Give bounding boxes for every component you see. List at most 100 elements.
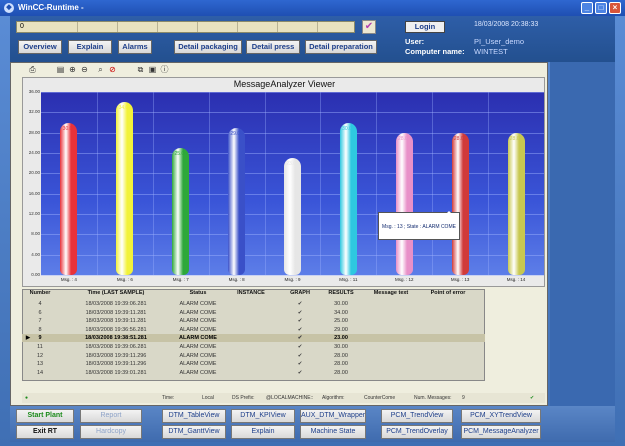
nav-detail-packaging-button[interactable]: Detail packaging <box>174 40 242 54</box>
graph-checkbox[interactable]: ✔ <box>280 334 320 342</box>
computer-name-value: WINTEST <box>474 47 508 56</box>
table-row[interactable]: 8 18/03/2008 19:36:56.281 ALARM COME ✔ 29.00 <box>22 326 485 334</box>
login-button[interactable]: Login <box>405 21 445 33</box>
table-row[interactable]: 6 18/03/2008 19:39:11.281 ALARM COME ✔ 34.00 <box>22 309 485 317</box>
graph-checkbox[interactable]: ✔ <box>280 369 320 377</box>
info-icon[interactable]: ⓘ <box>160 65 169 74</box>
export-icon[interactable]: ⧉ <box>136 65 145 74</box>
bar[interactable] <box>228 127 246 275</box>
pcm-trendview-button[interactable]: PCM_TrendView <box>381 409 453 423</box>
nav-detail-press-button[interactable]: Detail press <box>246 40 300 54</box>
cell-status: ALARM COME <box>179 309 217 316</box>
gridline <box>376 92 378 275</box>
bar[interactable] <box>116 102 134 275</box>
close-icon[interactable]: × <box>609 2 621 14</box>
nav-explain-button[interactable]: Explain <box>68 40 112 54</box>
bar[interactable] <box>172 147 190 275</box>
chart-title: MessageAnalyzer Viewer <box>233 79 336 89</box>
column-header[interactable]: Number <box>22 290 58 299</box>
cell-result: 23.00 <box>334 335 348 342</box>
explain-button[interactable]: Explain <box>231 425 295 439</box>
exit-rt-button[interactable]: Exit RT <box>16 425 74 439</box>
search-icon[interactable]: ⌕ <box>96 65 105 74</box>
table-view-icon[interactable]: ▤ <box>56 65 65 74</box>
cell-result: 28.00 <box>334 352 348 359</box>
time-label: Time: <box>162 395 175 401</box>
graph-checkbox[interactable]: ✔ <box>280 317 320 325</box>
column-header[interactable]: INSTANCE <box>222 290 280 299</box>
y-tick-label: 0.00 <box>31 272 40 277</box>
column-header[interactable]: RESULTS <box>320 290 362 299</box>
gridline <box>96 92 98 275</box>
dtm-kpiview-button[interactable]: DTM_KPIView <box>231 409 295 423</box>
cell-num: 4 <box>38 301 42 307</box>
cell-num: 12 <box>36 352 44 359</box>
table-row[interactable]: 11 18/03/2008 19:39:06.281 ALARM COME ✔ 30.0… <box>22 343 485 351</box>
hardcopy-button[interactable]: Hardcopy <box>80 425 142 439</box>
y-tick-label: 8.00 <box>31 231 40 237</box>
pcm-messageanalyzer-button[interactable]: PCM_MessageAnalyzer <box>461 425 541 439</box>
bar[interactable] <box>507 132 525 275</box>
cell-result: 34.00 <box>334 309 348 316</box>
zoom-out-icon[interactable]: ⊖ <box>80 65 89 74</box>
bar[interactable] <box>395 132 413 275</box>
cell-status: ALARM COME <box>179 344 217 350</box>
gridline <box>208 92 210 275</box>
column-header[interactable]: Point of error <box>420 290 476 299</box>
settings-icon[interactable]: ▣ <box>148 65 157 74</box>
cell-status: ALARM COME <box>179 352 217 359</box>
column-header[interactable]: Message text <box>362 290 420 299</box>
title-bar: ◆ WinCC-Runtime - _ □ × <box>0 0 625 16</box>
graph-checkbox[interactable]: ✔ <box>280 360 320 368</box>
bar[interactable] <box>339 122 357 275</box>
user-value: PI_User_demo <box>474 37 525 46</box>
pcm-trendoverlay-button[interactable]: PCM_TrendOverlay <box>381 425 453 439</box>
bar[interactable] <box>451 132 469 275</box>
table-row[interactable]: ▶ 9 18/03/2008 19:38:51.281 ALARM COME ✔ 23.0… <box>22 334 485 343</box>
column-header[interactable]: Time (LAST SAMPLE) <box>58 290 174 299</box>
graph-checkbox[interactable]: ✔ <box>280 326 320 334</box>
zoom-in-icon[interactable]: ⊕ <box>68 65 77 74</box>
num-messages-label: Num. Messages: <box>414 395 452 401</box>
graph-checkbox[interactable]: ✔ <box>280 309 320 317</box>
cell-num: 9 <box>38 335 42 342</box>
table-row[interactable]: 4 18/03/2008 19:39:06.281 ALARM COME ✔ 30.00 <box>22 300 485 308</box>
dtm-ganttview-button[interactable]: DTM_GanttView <box>162 425 226 439</box>
bar-value-label: 29.00 <box>230 130 243 137</box>
cell-status: ALARM COME <box>179 361 217 368</box>
report-button[interactable]: Report <box>80 409 142 423</box>
machine-state-button[interactable]: Machine State <box>300 425 366 439</box>
column-header[interactable]: Status <box>174 290 222 299</box>
minimize-icon[interactable]: _ <box>581 2 593 14</box>
nav-overview-button[interactable]: Overview <box>18 40 62 54</box>
bar-value-label: 28.00 <box>453 135 467 142</box>
graph-checkbox[interactable]: ✔ <box>280 300 320 308</box>
aux-dtm-wrapper-button[interactable]: AUX_DTM_Wrapper <box>300 409 366 423</box>
table-row[interactable]: 14 18/03/2008 19:39:01.281 ALARM COME ✔ 28.0… <box>22 369 485 377</box>
print-icon[interactable]: ⎙ <box>28 65 37 74</box>
process-progress-bar: 0 <box>16 21 355 33</box>
x-tick-label: Msg. : 6 <box>116 277 133 282</box>
table-row[interactable]: 13 18/03/2008 19:39:11.296 ALARM COME ✔ 28.0… <box>22 360 485 368</box>
graph-checkbox[interactable]: ✔ <box>280 343 320 351</box>
stop-icon[interactable]: ⊘ <box>108 65 117 74</box>
bar[interactable] <box>60 122 78 275</box>
dtm-tableview-button[interactable]: DTM_TableView <box>162 409 226 423</box>
side-panel <box>550 62 615 406</box>
table-row[interactable]: 12 18/03/2008 19:39:11.296 ALARM COME ✔ 28.0… <box>22 352 485 360</box>
acknowledge-check-icon[interactable]: ✔ <box>362 20 376 34</box>
nav-alarms-button[interactable]: Alarms <box>118 40 152 54</box>
maximize-icon[interactable]: □ <box>595 2 607 14</box>
start-plant-button[interactable]: Start Plant <box>16 409 74 423</box>
y-tick-label: 32.00 <box>28 109 40 115</box>
table-row[interactable]: 7 18/03/2008 19:39:11.281 ALARM COME ✔ 25.00 <box>22 317 485 325</box>
graph-checkbox[interactable]: ✔ <box>280 352 320 360</box>
y-tick-label: 36.00 <box>28 89 40 94</box>
column-header[interactable]: GRAPH <box>280 290 320 299</box>
bar[interactable] <box>284 158 301 275</box>
nav-detail-preparation-button[interactable]: Detail preparation <box>305 40 377 54</box>
algorithm-value: CounterCome <box>364 395 396 401</box>
pcm-xytrendview-button[interactable]: PCM_XYTrendView <box>461 409 541 423</box>
cell-num: 7 <box>38 318 42 325</box>
bar-value-label: 25.00 <box>174 150 187 157</box>
